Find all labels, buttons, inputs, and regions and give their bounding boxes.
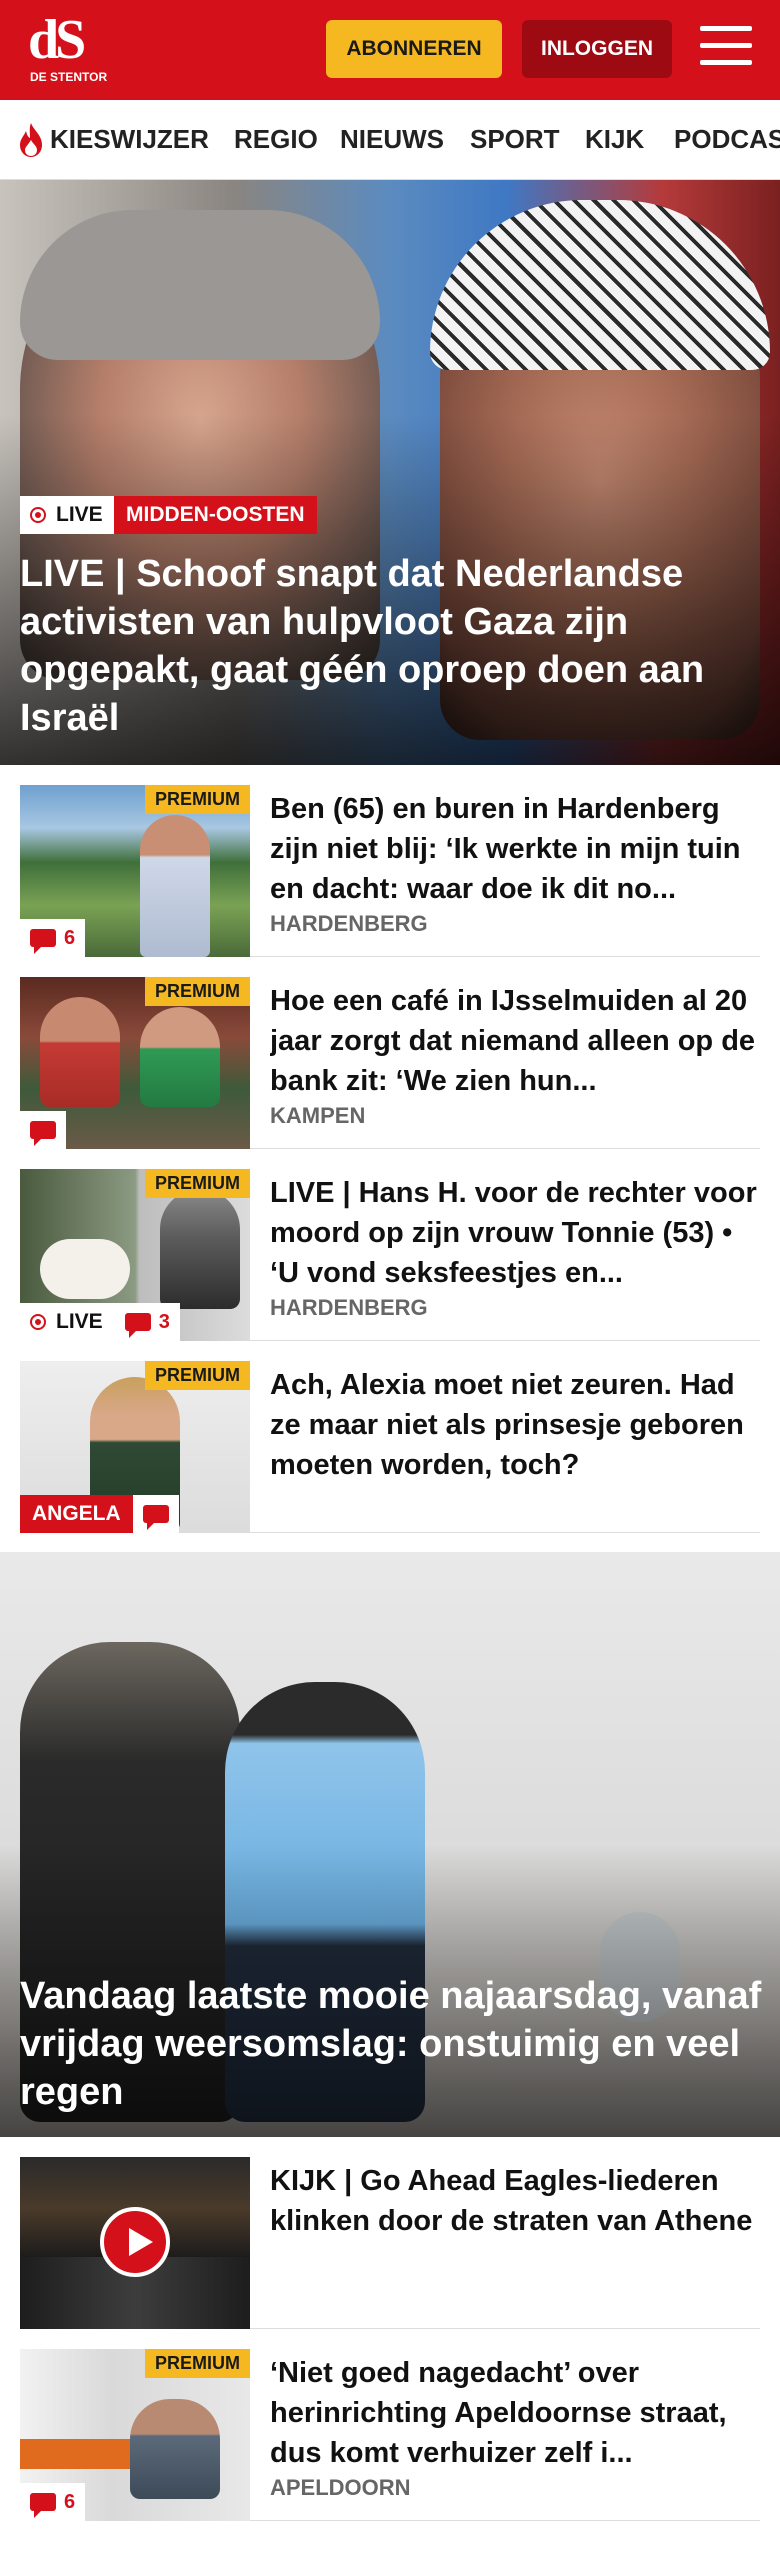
article-location: KAMPEN xyxy=(270,1103,366,1128)
article-card[interactable]: PREMIUM ANGELA Ach, Alexia moet niet zeu… xyxy=(20,1341,760,1533)
comment-icon xyxy=(30,2493,56,2518)
article-card[interactable]: PREMIUM LIVE 3 LIVE | Hans H. voor de re… xyxy=(20,1149,760,1341)
site-logo[interactable]: dS DE STENTOR xyxy=(28,12,108,90)
comment-count[interactable]: 3 xyxy=(159,1311,170,1334)
comment-icon xyxy=(30,929,56,954)
article-title: KIJK | Go Ahead Eagles-liederen klinken … xyxy=(270,2165,753,2237)
hero-article-gaza[interactable]: LIVE MIDDEN-OOSTEN LIVE | Schoof snapt d… xyxy=(0,180,780,765)
article-thumbnail: PREMIUM LIVE 3 xyxy=(20,1169,250,1341)
article-meta: ANGELA xyxy=(20,1495,179,1533)
subscribe-button[interactable]: ABONNEREN xyxy=(326,20,502,78)
article-card[interactable]: KIJK | Go Ahead Eagles-liederen klinken … xyxy=(20,2137,760,2329)
comment-count[interactable]: 6 xyxy=(20,919,86,957)
premium-badge: PREMIUM xyxy=(145,977,250,1006)
article-title: LIVE | Hans H. voor de rechter voor moor… xyxy=(270,1177,757,1289)
article-thumbnail: PREMIUM xyxy=(20,977,250,1149)
article-title: Ach, Alexia moet niet zeuren. Had ze maa… xyxy=(270,1369,744,1481)
comment-icon[interactable] xyxy=(124,1313,151,1338)
nav-item-kijk[interactable]: KIJK xyxy=(585,124,644,155)
article-card[interactable]: PREMIUM 6 Ben (65) en buren in Hardenber… xyxy=(20,765,760,957)
article-title: Hoe een café in IJsselmuiden al 20 jaar … xyxy=(270,985,756,1097)
site-header: dS DE STENTOR ABONNEREN INLOGGEN xyxy=(0,0,780,100)
premium-badge: PREMIUM xyxy=(145,785,250,814)
flame-icon xyxy=(20,123,42,157)
hero-article-weather[interactable]: Vandaag laatste mooie najaarsdag, vanaf … xyxy=(0,1552,780,2137)
live-badge: LIVE 3 xyxy=(20,1303,180,1341)
live-badge: LIVE xyxy=(20,496,115,534)
nav-item-regio[interactable]: REGIO xyxy=(234,124,318,155)
article-location: HARDENBERG xyxy=(270,911,428,936)
premium-badge: PREMIUM xyxy=(145,1169,250,1198)
nav-item-kieswijzer[interactable]: KIESWIJZER xyxy=(50,124,209,155)
nav-item-nieuws[interactable]: NIEUWS xyxy=(340,124,444,155)
article-card[interactable]: PREMIUM Hoe een café in IJsselmuiden al … xyxy=(20,957,760,1149)
category-badge: MIDDEN-OOSTEN xyxy=(114,496,317,534)
nav-item-podcast[interactable]: PODCAS xyxy=(674,124,780,155)
premium-badge: PREMIUM xyxy=(145,1361,250,1390)
live-dot-icon xyxy=(30,507,46,523)
article-location: APELDOORN xyxy=(270,2475,411,2500)
article-thumbnail: PREMIUM ANGELA xyxy=(20,1361,250,1533)
comment-icon xyxy=(30,1121,56,1146)
comment-count[interactable]: 6 xyxy=(20,2483,86,2521)
live-dot-icon xyxy=(30,1314,46,1330)
article-card[interactable]: PREMIUM 6 ‘Niet goed nagedacht’ over her… xyxy=(20,2329,760,2521)
logo-name: DE STENTOR xyxy=(30,70,108,84)
article-thumbnail: PREMIUM 6 xyxy=(20,2349,250,2521)
hero-title: Vandaag laatste mooie najaarsdag, vanaf … xyxy=(20,1975,762,2113)
play-icon[interactable] xyxy=(100,2207,170,2277)
hero-title: LIVE | Schoof snapt dat Nederlandse acti… xyxy=(20,553,705,739)
article-thumbnail xyxy=(20,2157,250,2329)
comment-icon[interactable] xyxy=(142,1505,169,1530)
premium-badge: PREMIUM xyxy=(145,2349,250,2378)
author-badge: ANGELA xyxy=(20,1495,133,1533)
article-title: Ben (65) en buren in Hardenberg zijn nie… xyxy=(270,793,741,905)
section-nav: KIESWIJZER REGIO NIEUWS SPORT KIJK PODCA… xyxy=(0,100,780,180)
nav-item-sport[interactable]: SPORT xyxy=(470,124,560,155)
logo-mark: dS xyxy=(28,9,86,71)
comment-count[interactable] xyxy=(20,1111,66,1149)
article-location: HARDENBERG xyxy=(270,1295,428,1320)
hamburger-menu-icon[interactable] xyxy=(700,26,752,70)
article-title: ‘Niet goed nagedacht’ over herinrichting… xyxy=(270,2357,727,2469)
login-button[interactable]: INLOGGEN xyxy=(522,20,672,78)
article-thumbnail: PREMIUM 6 xyxy=(20,785,250,957)
